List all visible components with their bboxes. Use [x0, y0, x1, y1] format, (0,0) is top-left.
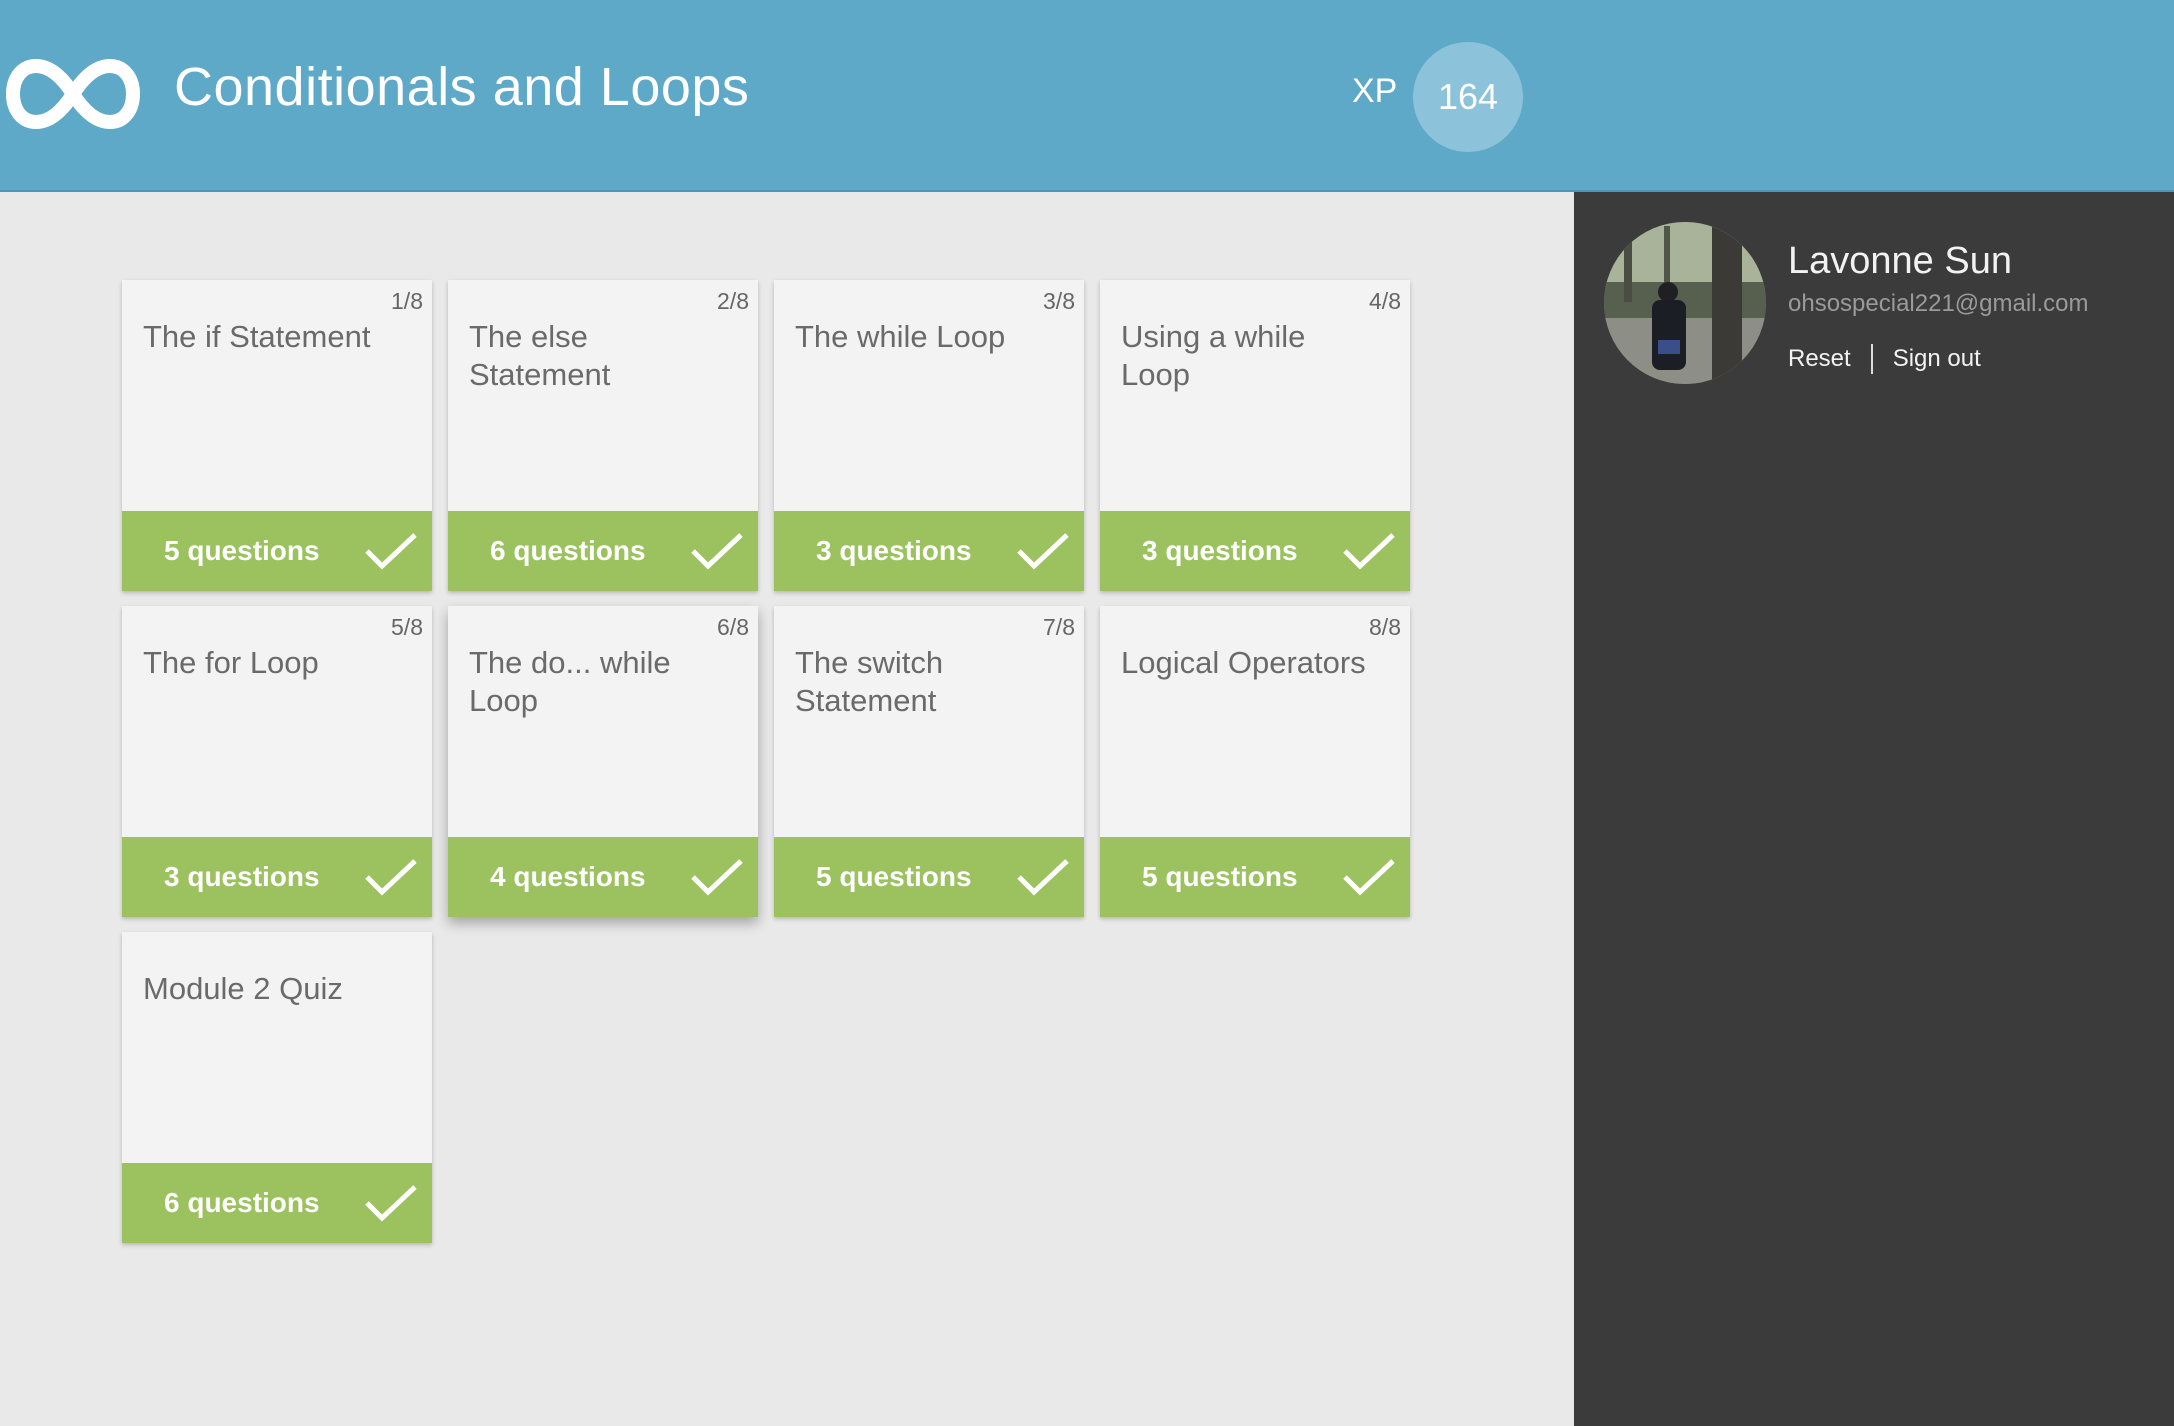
- lesson-title: The do... while Loop: [469, 645, 671, 718]
- lesson-number: 6/8: [717, 614, 749, 640]
- lesson-footer: 6 questions: [122, 1163, 432, 1243]
- lesson-card[interactable]: 8/8 Logical Operators 5 questions: [1100, 606, 1410, 917]
- lesson-card[interactable]: 1/8 The if Statement 5 questions: [122, 280, 432, 591]
- question-count: 5 questions: [1142, 861, 1298, 892]
- lesson-title: The else Statement: [469, 319, 611, 392]
- lesson-footer: 3 questions: [1100, 511, 1410, 591]
- checkmark-icon: [1343, 859, 1395, 896]
- lesson-number: 7/8: [1043, 614, 1075, 640]
- lesson-title: Logical Operators: [1121, 645, 1366, 680]
- lesson-card[interactable]: 3/8 The while Loop 3 questions: [774, 280, 1084, 591]
- lesson-footer: 5 questions: [122, 511, 432, 591]
- quiz-card[interactable]: Module 2 Quiz 6 questions: [122, 932, 432, 1243]
- xp-badge: 164: [1413, 42, 1523, 152]
- question-count: 5 questions: [164, 535, 320, 566]
- question-count: 4 questions: [490, 861, 646, 892]
- avatar[interactable]: [1604, 222, 1766, 384]
- sign-out-link[interactable]: Sign out: [1893, 345, 1981, 373]
- lesson-card[interactable]: 5/8 The for Loop 3 questions: [122, 606, 432, 917]
- question-count: 3 questions: [1142, 535, 1298, 566]
- user-name: Lavonne Sun: [1788, 240, 2012, 282]
- lesson-footer: 6 questions: [448, 511, 758, 591]
- checkmark-icon: [691, 859, 743, 896]
- checkmark-icon: [1017, 533, 1069, 570]
- avatar-photo-icon: [1604, 222, 1766, 384]
- lesson-footer: 3 questions: [774, 511, 1084, 591]
- user-email: ohsospecial221@gmail.com: [1788, 290, 2089, 317]
- lesson-number: 4/8: [1369, 288, 1401, 314]
- reset-link[interactable]: Reset: [1788, 345, 1851, 373]
- infinity-logo-icon[interactable]: [4, 52, 142, 136]
- checkmark-icon: [365, 533, 417, 570]
- lesson-title: The while Loop: [795, 319, 1006, 354]
- question-count: 6 questions: [164, 1187, 320, 1218]
- xp-label: XP: [1352, 72, 1398, 110]
- lesson-card[interactable]: 7/8 The switch Statement 5 questions: [774, 606, 1084, 917]
- lesson-footer: 5 questions: [774, 837, 1084, 917]
- user-actions: Reset Sign out: [1788, 344, 1981, 374]
- question-count: 3 questions: [164, 861, 320, 892]
- lesson-footer: 3 questions: [122, 837, 432, 917]
- lesson-number: 8/8: [1369, 614, 1401, 640]
- lesson-number: 5/8: [391, 614, 423, 640]
- question-count: 3 questions: [816, 535, 972, 566]
- checkmark-icon: [1343, 533, 1395, 570]
- lesson-footer: 4 questions: [448, 837, 758, 917]
- lesson-number: 3/8: [1043, 288, 1075, 314]
- checkmark-icon: [365, 1185, 417, 1222]
- lesson-card[interactable]: 4/8 Using a while Loop 3 questions: [1100, 280, 1410, 591]
- lesson-title: Module 2 Quiz: [143, 971, 343, 1006]
- lesson-card[interactable]: 2/8 The else Statement 6 questions: [448, 280, 758, 591]
- lesson-footer: 5 questions: [1100, 837, 1410, 917]
- user-sidebar: Lavonne Sun ohsospecial221@gmail.com Res…: [1574, 192, 2174, 1426]
- lesson-number: 1/8: [391, 288, 423, 314]
- divider: [1870, 344, 1873, 374]
- checkmark-icon: [691, 533, 743, 570]
- checkmark-icon: [1017, 859, 1069, 896]
- question-count: 6 questions: [490, 535, 646, 566]
- lesson-title: Using a while Loop: [1121, 319, 1306, 392]
- app-header: Conditionals and Loops XP 164: [0, 0, 2174, 192]
- lesson-number: 2/8: [717, 288, 749, 314]
- lesson-title: The for Loop: [143, 645, 319, 680]
- lesson-title: The switch Statement: [795, 645, 944, 718]
- page-title: Conditionals and Loops: [174, 57, 750, 117]
- question-count: 5 questions: [816, 861, 972, 892]
- lesson-card[interactable]: 6/8 The do... while Loop 4 questions: [448, 606, 758, 917]
- lesson-title: The if Statement: [143, 319, 371, 354]
- checkmark-icon: [365, 859, 417, 896]
